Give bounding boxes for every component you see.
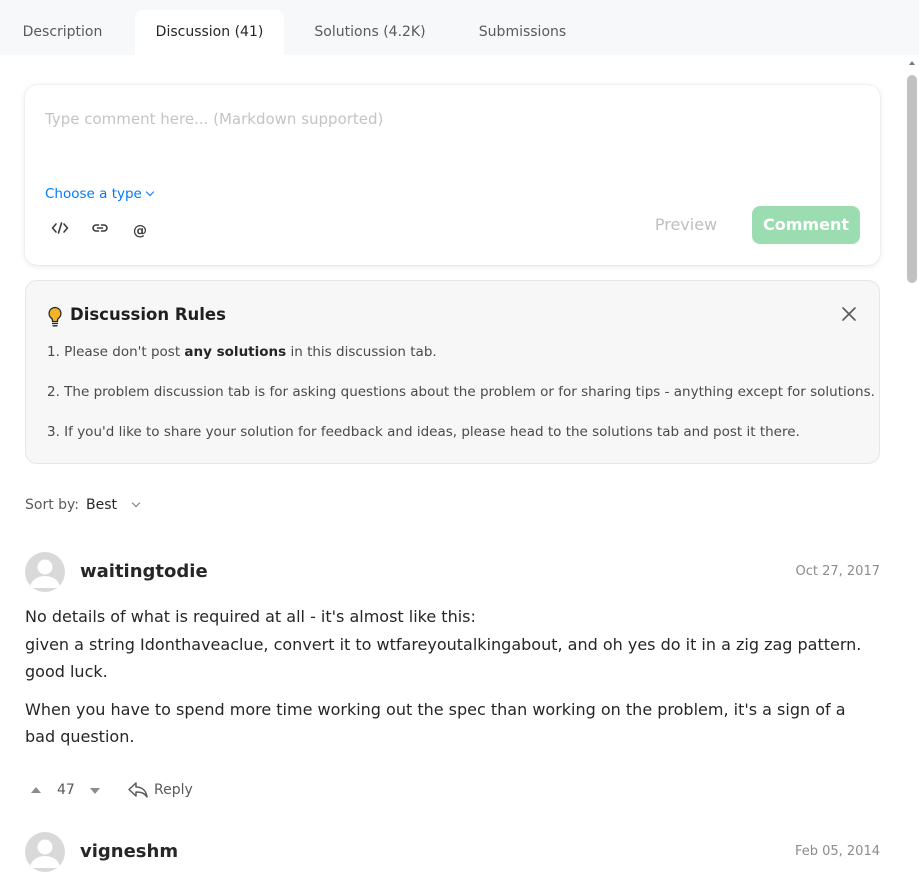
scroll-up-arrow-icon[interactable] — [909, 61, 915, 65]
chevron-down-icon[interactable] — [131, 498, 141, 508]
post-author[interactable]: vigneshm — [80, 841, 178, 862]
rule-2: 2. The problem discussion tab is for ask… — [47, 384, 875, 400]
post-paragraph: When you have to spend more time working… — [25, 699, 846, 747]
scrollbar-thumb[interactable] — [907, 75, 917, 283]
user-avatar-icon — [30, 839, 60, 868]
comment-button[interactable]: Comment — [752, 206, 860, 244]
avatar[interactable] — [25, 832, 65, 872]
choose-type-dropdown[interactable]: Choose a type — [45, 186, 155, 202]
post-paragraph: No details of what is required at all - … — [25, 607, 476, 626]
rule-1: 1. Please don't post any solutions in th… — [47, 344, 437, 360]
reply-label: Reply — [154, 782, 193, 798]
link-icon[interactable] — [89, 221, 111, 241]
post-date: Oct 27, 2017 — [795, 564, 881, 579]
user-avatar-icon — [30, 559, 60, 588]
post-author[interactable]: waitingtodie — [80, 561, 208, 582]
chevron-down-icon — [145, 187, 155, 197]
sort-label: Sort by: — [25, 497, 80, 513]
reply-button[interactable]: Reply — [127, 779, 207, 803]
tab-solutions[interactable]: Solutions (4.2K) — [300, 10, 440, 55]
post-body: No details of what is required at all - … — [25, 603, 880, 751]
reply-icon — [128, 782, 148, 798]
rules-title: Discussion Rules — [70, 305, 226, 324]
post-date: Feb 05, 2014 — [794, 844, 880, 859]
comment-composer: Type comment here... (Markdown supported… — [25, 85, 880, 265]
sort-select[interactable]: Best — [86, 497, 117, 513]
discussion-rules-panel: Discussion Rules 1. Please don't post an… — [25, 280, 880, 464]
rule-3: 3. If you'd like to share your solution … — [47, 424, 800, 440]
vote-count: 47 — [57, 782, 75, 798]
upvote-icon[interactable] — [31, 787, 41, 793]
comment-input[interactable]: Type comment here... (Markdown supported… — [45, 110, 383, 128]
tab-description[interactable]: Description — [0, 10, 125, 55]
tab-submissions[interactable]: Submissions — [460, 10, 585, 55]
sort-by: Sort by: Best — [25, 497, 141, 513]
lightbulb-icon — [48, 306, 62, 327]
tab-discussion[interactable]: Discussion (41) — [135, 10, 284, 55]
avatar[interactable] — [25, 552, 65, 592]
close-icon[interactable] — [841, 306, 857, 322]
tab-bar: Description Discussion (41) Solutions (4… — [0, 0, 919, 55]
preview-button[interactable]: Preview — [640, 207, 732, 243]
code-icon[interactable] — [49, 221, 71, 241]
downvote-icon[interactable] — [90, 788, 100, 794]
scrollbar[interactable] — [905, 55, 919, 866]
choose-type-label: Choose a type — [45, 186, 142, 202]
discussion-post: waitingtodie Oct 27, 2017 No details of … — [25, 552, 880, 802]
discussion-post: vigneshm Feb 05, 2014 — [25, 832, 880, 872]
mention-icon[interactable]: @ — [129, 221, 151, 241]
post-paragraph: given a string Idonthaveaclue, convert i… — [25, 634, 862, 682]
